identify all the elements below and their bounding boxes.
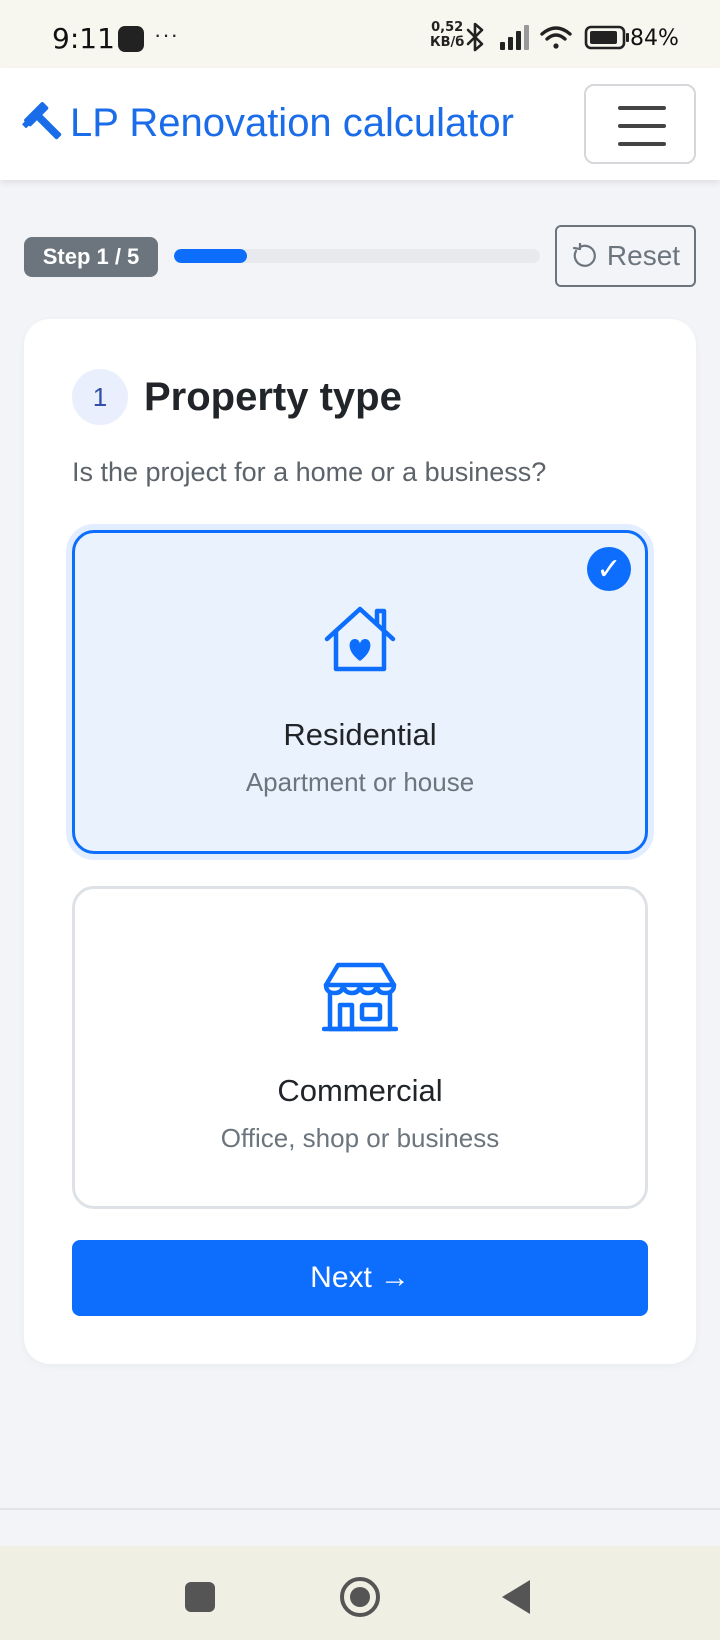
check-icon: ✓ <box>587 547 631 591</box>
step-badge: Step 1 / 5 <box>24 237 158 277</box>
next-button[interactable]: Next → <box>72 1240 648 1316</box>
progress-bar <box>174 249 540 263</box>
status-bar: 9:11 ··· 0,52 КВ/б 84% <box>0 0 720 68</box>
reset-label: Reset <box>606 240 681 271</box>
system-status-icons <box>466 22 629 52</box>
option-subtitle: Apartment or house <box>245 767 475 797</box>
hamburger-menu-icon <box>618 106 666 110</box>
progress-fill <box>174 249 248 263</box>
hammer-icon <box>22 102 62 140</box>
step-title: Property type <box>144 374 402 419</box>
option-title: Commercial <box>277 1073 443 1108</box>
menu-toggle-button[interactable] <box>584 84 696 164</box>
step-number: 1 <box>72 369 128 425</box>
bluetooth-icon <box>466 22 484 52</box>
reset-button[interactable]: Reset <box>555 225 696 287</box>
battery-icon <box>584 25 629 50</box>
status-time: 9:11 <box>52 22 115 55</box>
shop-icon <box>322 962 398 1032</box>
option-commercial[interactable]: Commercial Office, shop or business <box>72 886 648 1209</box>
hamburger-line <box>618 142 666 146</box>
more-notifications-icon: ··· <box>154 22 179 47</box>
step-question: Is the project for a home or a business? <box>72 457 547 487</box>
battery-percent: 84% <box>630 26 679 51</box>
back-icon[interactable] <box>502 1580 530 1614</box>
hamburger-line <box>618 124 666 128</box>
house-heart-icon <box>324 606 396 672</box>
wifi-icon <box>540 26 572 49</box>
notification-app-icon <box>118 26 144 52</box>
arrow-right-icon: → <box>379 1261 410 1294</box>
navbar: LP Renovation calculator <box>0 68 720 180</box>
option-residential[interactable]: ✓ Residential Apartment or house <box>72 530 648 854</box>
signal-icon <box>500 25 529 50</box>
next-label: Next <box>310 1261 372 1294</box>
recent-apps-icon[interactable] <box>185 1582 215 1612</box>
network-speed-value: 0,52 <box>431 20 464 35</box>
wizard-card: 1 Property type Is the project for a hom… <box>24 319 696 1364</box>
brand-text: LP Renovation calculator <box>70 100 514 145</box>
page-divider <box>0 1508 720 1510</box>
option-title: Residential <box>283 717 437 752</box>
home-icon[interactable] <box>340 1577 380 1617</box>
brand-link[interactable]: LP Renovation calculator <box>22 98 514 148</box>
system-navigation-bar <box>0 1546 720 1640</box>
reset-icon <box>572 243 596 267</box>
option-subtitle: Office, shop or business <box>220 1123 500 1153</box>
network-speed: 0,52 КВ/б <box>430 20 464 50</box>
progress-row: Step 1 / 5 Reset <box>24 225 696 287</box>
network-speed-unit: КВ/б <box>430 35 465 50</box>
